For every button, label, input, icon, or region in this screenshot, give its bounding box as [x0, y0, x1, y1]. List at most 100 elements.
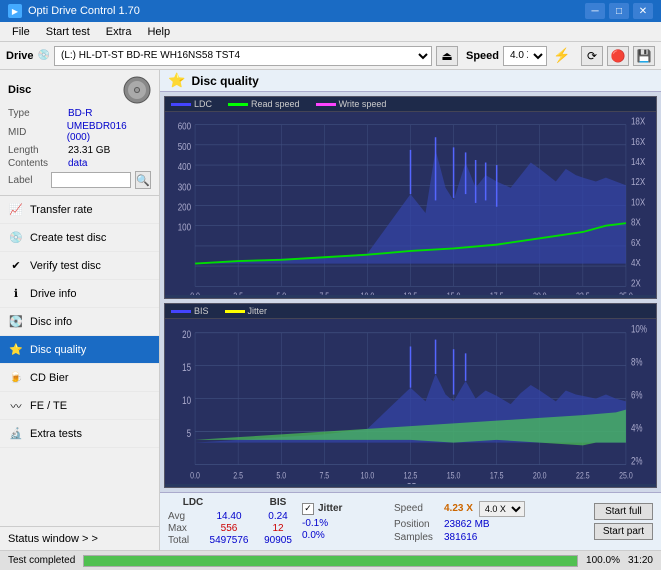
svg-text:10: 10	[182, 395, 191, 408]
disc-label-button[interactable]: 🔍	[135, 171, 151, 189]
speed-select[interactable]: 4.0 X 2.0 X 6.0 X	[479, 501, 525, 517]
position-value: 23862 MB	[444, 519, 490, 530]
sidebar-item-transfer-rate[interactable]: 📈 Transfer rate	[0, 196, 159, 224]
content-header-icon: ⭐	[168, 72, 185, 89]
svg-text:10.0: 10.0	[361, 291, 375, 295]
samples-value: 381616	[444, 532, 477, 543]
ldc-legend-read: Read speed	[228, 99, 300, 109]
disc-mid-value: UMEBDR016 (000)	[67, 121, 151, 143]
speed-select[interactable]: 4.0 X 2.0 X 6.0 X 8.0 X	[503, 46, 547, 66]
menu-help[interactable]: Help	[139, 24, 178, 40]
svg-text:10%: 10%	[631, 324, 647, 337]
svg-text:100: 100	[178, 222, 191, 233]
close-button[interactable]: ✕	[633, 3, 653, 19]
svg-text:20: 20	[182, 329, 191, 342]
ldc-legend-write: Write speed	[316, 99, 387, 109]
menu-start-test[interactable]: Start test	[38, 24, 98, 40]
jitter-checkbox[interactable]: ✓	[302, 503, 314, 515]
svg-text:7.5: 7.5	[319, 291, 329, 295]
sidebar-item-create-test-disc[interactable]: 💿 Create test disc	[0, 224, 159, 252]
sidebar-item-cd-bier[interactable]: 🍺 CD Bier	[0, 364, 159, 392]
svg-text:200: 200	[178, 202, 191, 213]
drive-bar: Drive 💿 (L:) HL-DT-ST BD-RE WH16NS58 TST…	[0, 42, 661, 70]
sidebar-item-drive-info[interactable]: ℹ Drive info	[0, 280, 159, 308]
disc-info-icon: 💽	[8, 314, 24, 330]
sidebar-item-drive-info-label: Drive info	[30, 288, 76, 300]
create-test-disc-icon: 💿	[8, 230, 24, 246]
svg-text:6X: 6X	[631, 237, 641, 248]
sidebar-item-transfer-rate-label: Transfer rate	[30, 204, 93, 216]
bis-legend-bis: BIS	[171, 306, 209, 316]
sidebar-item-disc-info-label: Disc info	[30, 316, 72, 328]
sidebar-item-verify-test-disc-label: Verify test disc	[30, 260, 101, 272]
bis-chart-svg: 20 15 10 5 10% 8% 6% 4% 2% 0.0 2.5 5.0	[165, 319, 656, 484]
svg-text:4%: 4%	[631, 423, 643, 436]
disc-image	[123, 76, 151, 104]
svg-text:10.0: 10.0	[361, 469, 375, 480]
svg-text:12X: 12X	[631, 176, 645, 187]
svg-text:0.0: 0.0	[190, 469, 200, 480]
svg-text:400: 400	[178, 161, 191, 172]
svg-text:2.5: 2.5	[233, 469, 243, 480]
bottom-stats-panel: LDC BIS Avg 14.40 0.24 Max 556 12 Tota	[160, 492, 661, 550]
disc-section-title: Disc	[8, 84, 31, 96]
max-label: Max	[168, 523, 200, 534]
svg-text:2.5: 2.5	[233, 291, 243, 295]
svg-text:25.0: 25.0	[619, 469, 633, 480]
maximize-button[interactable]: □	[609, 3, 629, 19]
tool-btn-2[interactable]: 🔴	[607, 46, 629, 66]
jitter-max-value: 0.0%	[302, 530, 352, 541]
ldc-total-value: 5497576	[204, 535, 254, 546]
disc-label-row: Label 🔍	[8, 171, 151, 189]
svg-text:GB: GB	[406, 480, 416, 484]
bis-chart-container: BIS Jitter	[164, 303, 657, 488]
start-buttons: Start full Start part	[594, 503, 653, 540]
eject-button[interactable]: ⏏	[436, 46, 458, 66]
sidebar-item-disc-quality[interactable]: ⭐ Disc quality	[0, 336, 159, 364]
disc-type-row: Type BD-R	[8, 108, 151, 119]
menu-file[interactable]: File	[4, 24, 38, 40]
start-full-button[interactable]: Start full	[594, 503, 653, 520]
ldc-legend-ldc-label: LDC	[194, 99, 212, 109]
progress-bar	[83, 555, 578, 567]
ldc-avg-value: 14.40	[204, 511, 254, 522]
disc-label-input[interactable]	[51, 172, 131, 188]
title-bar-controls: ─ □ ✕	[585, 3, 653, 19]
svg-text:20.0: 20.0	[533, 291, 547, 295]
sidebar: Disc Type BD-R MID UMEBDR016 (000) Lengt…	[0, 70, 160, 550]
disc-length-value: 23.31 GB	[68, 145, 110, 156]
sidebar-item-disc-info[interactable]: 💽 Disc info	[0, 308, 159, 336]
svg-text:2X: 2X	[631, 277, 641, 288]
svg-text:8X: 8X	[631, 217, 641, 228]
disc-mid-row: MID UMEBDR016 (000)	[8, 121, 151, 143]
bis-legend-jitter: Jitter	[225, 306, 268, 316]
start-part-button[interactable]: Start part	[594, 523, 653, 540]
svg-text:6%: 6%	[631, 390, 643, 403]
progress-text: 100.0%	[586, 555, 620, 566]
drive-select[interactable]: (L:) HL-DT-ST BD-RE WH16NS58 TST4	[54, 46, 432, 66]
samples-key: Samples	[394, 532, 438, 543]
speed-icon: ⚡	[551, 46, 573, 66]
svg-text:22.5: 22.5	[576, 469, 590, 480]
sidebar-item-extra-tests[interactable]: 🔬 Extra tests	[0, 420, 159, 448]
position-key: Position	[394, 519, 438, 530]
tool-btn-3[interactable]: 💾	[633, 46, 655, 66]
extra-tests-icon: 🔬	[8, 426, 24, 442]
tool-btn-1[interactable]: ⟳	[581, 46, 603, 66]
sidebar-item-verify-test-disc[interactable]: ✔ Verify test disc	[0, 252, 159, 280]
ldc-max-value: 556	[204, 523, 254, 534]
sidebar-item-disc-quality-label: Disc quality	[30, 344, 86, 356]
sidebar-item-extra-tests-label: Extra tests	[30, 428, 82, 440]
sidebar-item-fe-te[interactable]: 〰 FE / TE	[0, 392, 159, 420]
minimize-button[interactable]: ─	[585, 3, 605, 19]
time-text: 31:20	[628, 555, 653, 566]
disc-length-label: Length	[8, 145, 68, 156]
disc-length-row: Length 23.31 GB	[8, 145, 151, 156]
status-window-button[interactable]: Status window > >	[0, 526, 159, 550]
menu-extra[interactable]: Extra	[98, 24, 140, 40]
sidebar-item-cd-bier-label: CD Bier	[30, 372, 69, 384]
bis-avg-value: 0.24	[258, 511, 298, 522]
menu-bar: File Start test Extra Help	[0, 22, 661, 42]
fe-te-icon: 〰	[8, 398, 24, 414]
disc-contents-row: Contents data	[8, 158, 151, 169]
